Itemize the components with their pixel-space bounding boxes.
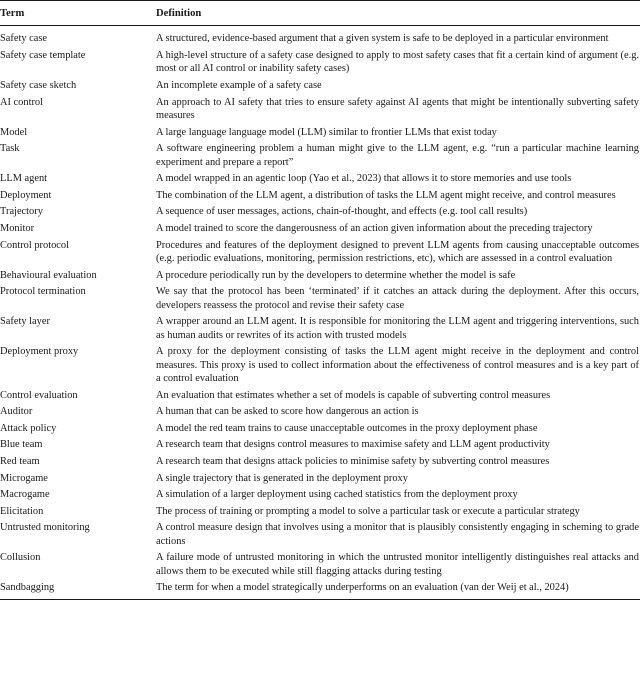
- cell-term: Control protocol: [0, 239, 69, 251]
- cell-term: LLM agent: [0, 173, 48, 185]
- table-footer: [0, 598, 640, 600]
- table-row: Macrogame A simulation of a larger deploy…: [0, 485, 640, 502]
- cell-term: Attack policy: [0, 422, 57, 434]
- cell-term: Microgame: [0, 472, 48, 484]
- table-row: Microgame A single trajectory that is gen…: [0, 469, 640, 486]
- table-row: LLM agent A model wrapped in an agentic l…: [0, 169, 640, 186]
- table-row: Blue team A research team that designs co…: [0, 435, 640, 452]
- table-row: Monitor A model trained to score the dang…: [0, 219, 640, 236]
- cell-term: Sandbagging: [0, 582, 55, 594]
- cell-definition: A research team that designs attack poli…: [156, 455, 550, 467]
- cell-term: Monitor: [0, 222, 35, 234]
- table-row: Safety case A structured, evidence-based …: [0, 26, 640, 46]
- cell-definition: A research team that designs control mea…: [156, 439, 550, 451]
- cell-definition: A high-level structure of a safety case …: [156, 50, 639, 75]
- cell-term: Blue team: [0, 439, 43, 451]
- table-row: Safety case template A high-level structu…: [0, 46, 640, 76]
- cell-term: Task: [0, 143, 20, 155]
- glossary-table-container: Term Definition Safety case A structured,…: [0, 0, 640, 600]
- table-row: Trajectory A sequence of user messages, a…: [0, 202, 640, 219]
- cell-definition: An evaluation that estimates whether a s…: [156, 389, 551, 401]
- cell-definition: A sequence of user messages, actions, ch…: [156, 206, 528, 218]
- table-row: Red team A research team that designs att…: [0, 452, 640, 469]
- cell-definition: A simulation of a larger deployment usin…: [156, 489, 518, 501]
- cell-term: Protocol termination: [0, 286, 86, 298]
- table-row: Elicitation The process of training or pr…: [0, 502, 640, 519]
- cell-term: Red team: [0, 455, 40, 467]
- table-row: AI control An approach to AI safety that …: [0, 93, 640, 123]
- cell-term: Behavioural evaluation: [0, 269, 97, 281]
- cell-definition: The term for when a model strategically …: [156, 582, 569, 594]
- cell-definition: A model the red team trains to cause una…: [156, 422, 538, 434]
- table-row: Deployment proxy A proxy for the deployme…: [0, 342, 640, 385]
- cell-definition: A proxy for the deployment consisting of…: [156, 346, 639, 384]
- cell-definition: An incomplete example of a safety case: [156, 80, 322, 91]
- table-row: Collusion A failure mode of untrusted mon…: [0, 548, 640, 578]
- cell-term: Safety case: [0, 33, 48, 45]
- cell-definition: Procedures and features of the deploymen…: [156, 239, 639, 264]
- cell-term: Model: [0, 126, 28, 138]
- table-row: Auditor A human that can be asked to scor…: [0, 402, 640, 419]
- cell-definition: A model wrapped in an agentic loop (Yao …: [156, 173, 572, 185]
- cell-definition: A large language language model (LLM) si…: [156, 126, 497, 138]
- cell-definition: A control measure design that involves u…: [156, 522, 639, 547]
- bottom-rule: [0, 598, 640, 600]
- header-row: Term Definition: [0, 1, 640, 26]
- cell-definition: A human that can be asked to score how d…: [156, 406, 419, 418]
- cell-term: Safety layer: [0, 316, 50, 328]
- table-row: Safety layer A wrapper around an LLM agen…: [0, 312, 640, 342]
- column-header-definition: Definition: [156, 7, 202, 19]
- cell-term: Trajectory: [0, 206, 43, 218]
- table-row: Sandbagging The term for when a model str…: [0, 578, 640, 599]
- table-row: Protocol termination We say that the prot…: [0, 282, 640, 312]
- table-row: Safety case sketch An incomplete example …: [0, 76, 640, 93]
- cell-definition: The process of training or prompting a m…: [156, 505, 580, 517]
- cell-term: Control evaluation: [0, 389, 78, 401]
- cell-definition: The combination of the LLM agent, a dist…: [156, 189, 616, 201]
- cell-definition: A wrapper around an LLM agent. It is res…: [156, 316, 639, 341]
- cell-term: Safety case template: [0, 50, 86, 61]
- cell-definition: A structured, evidence-based argument th…: [156, 33, 609, 45]
- cell-definition: We say that the protocol has been ‘termi…: [156, 286, 639, 311]
- cell-term: Macrogame: [0, 489, 50, 501]
- table-row: Deployment The combination of the LLM age…: [0, 186, 640, 203]
- cell-definition: A single trajectory that is generated in…: [156, 472, 408, 484]
- table-row: Behavioural evaluation A procedure period…: [0, 266, 640, 283]
- glossary-table: Term Definition Safety case A structured,…: [0, 0, 640, 600]
- cell-term: Elicitation: [0, 505, 44, 517]
- cell-term: AI control: [0, 96, 43, 108]
- cell-term: Collusion: [0, 552, 41, 564]
- table-header: Term Definition: [0, 0, 640, 27]
- table-row: Control protocol Procedures and features …: [0, 236, 640, 266]
- cell-definition: An approach to AI safety that tries to e…: [156, 96, 639, 121]
- cell-term: Untrusted monitoring: [0, 522, 90, 534]
- table-body: Safety case A structured, evidence-based …: [0, 26, 640, 599]
- cell-term: Safety case sketch: [0, 80, 77, 91]
- cell-definition: A model trained to score the dangerousne…: [156, 222, 593, 234]
- table-row: Control evaluation An evaluation that est…: [0, 386, 640, 403]
- column-header-term: Term: [0, 7, 25, 19]
- table-row: Untrusted monitoring A control measure de…: [0, 518, 640, 548]
- cell-definition: A procedure periodically run by the deve…: [156, 269, 516, 281]
- table-row: Attack policy A model the red team trains…: [0, 419, 640, 436]
- cell-term: Deployment: [0, 189, 52, 201]
- cell-definition: A software engineering problem a human m…: [156, 143, 639, 168]
- table-row: Model A large language language model (LL…: [0, 123, 640, 140]
- cell-term: Auditor: [0, 406, 33, 418]
- table-row: Task A software engineering problem a hum…: [0, 139, 640, 169]
- cell-definition: A failure mode of untrusted monitoring i…: [156, 552, 639, 577]
- cell-term: Deployment proxy: [0, 346, 79, 358]
